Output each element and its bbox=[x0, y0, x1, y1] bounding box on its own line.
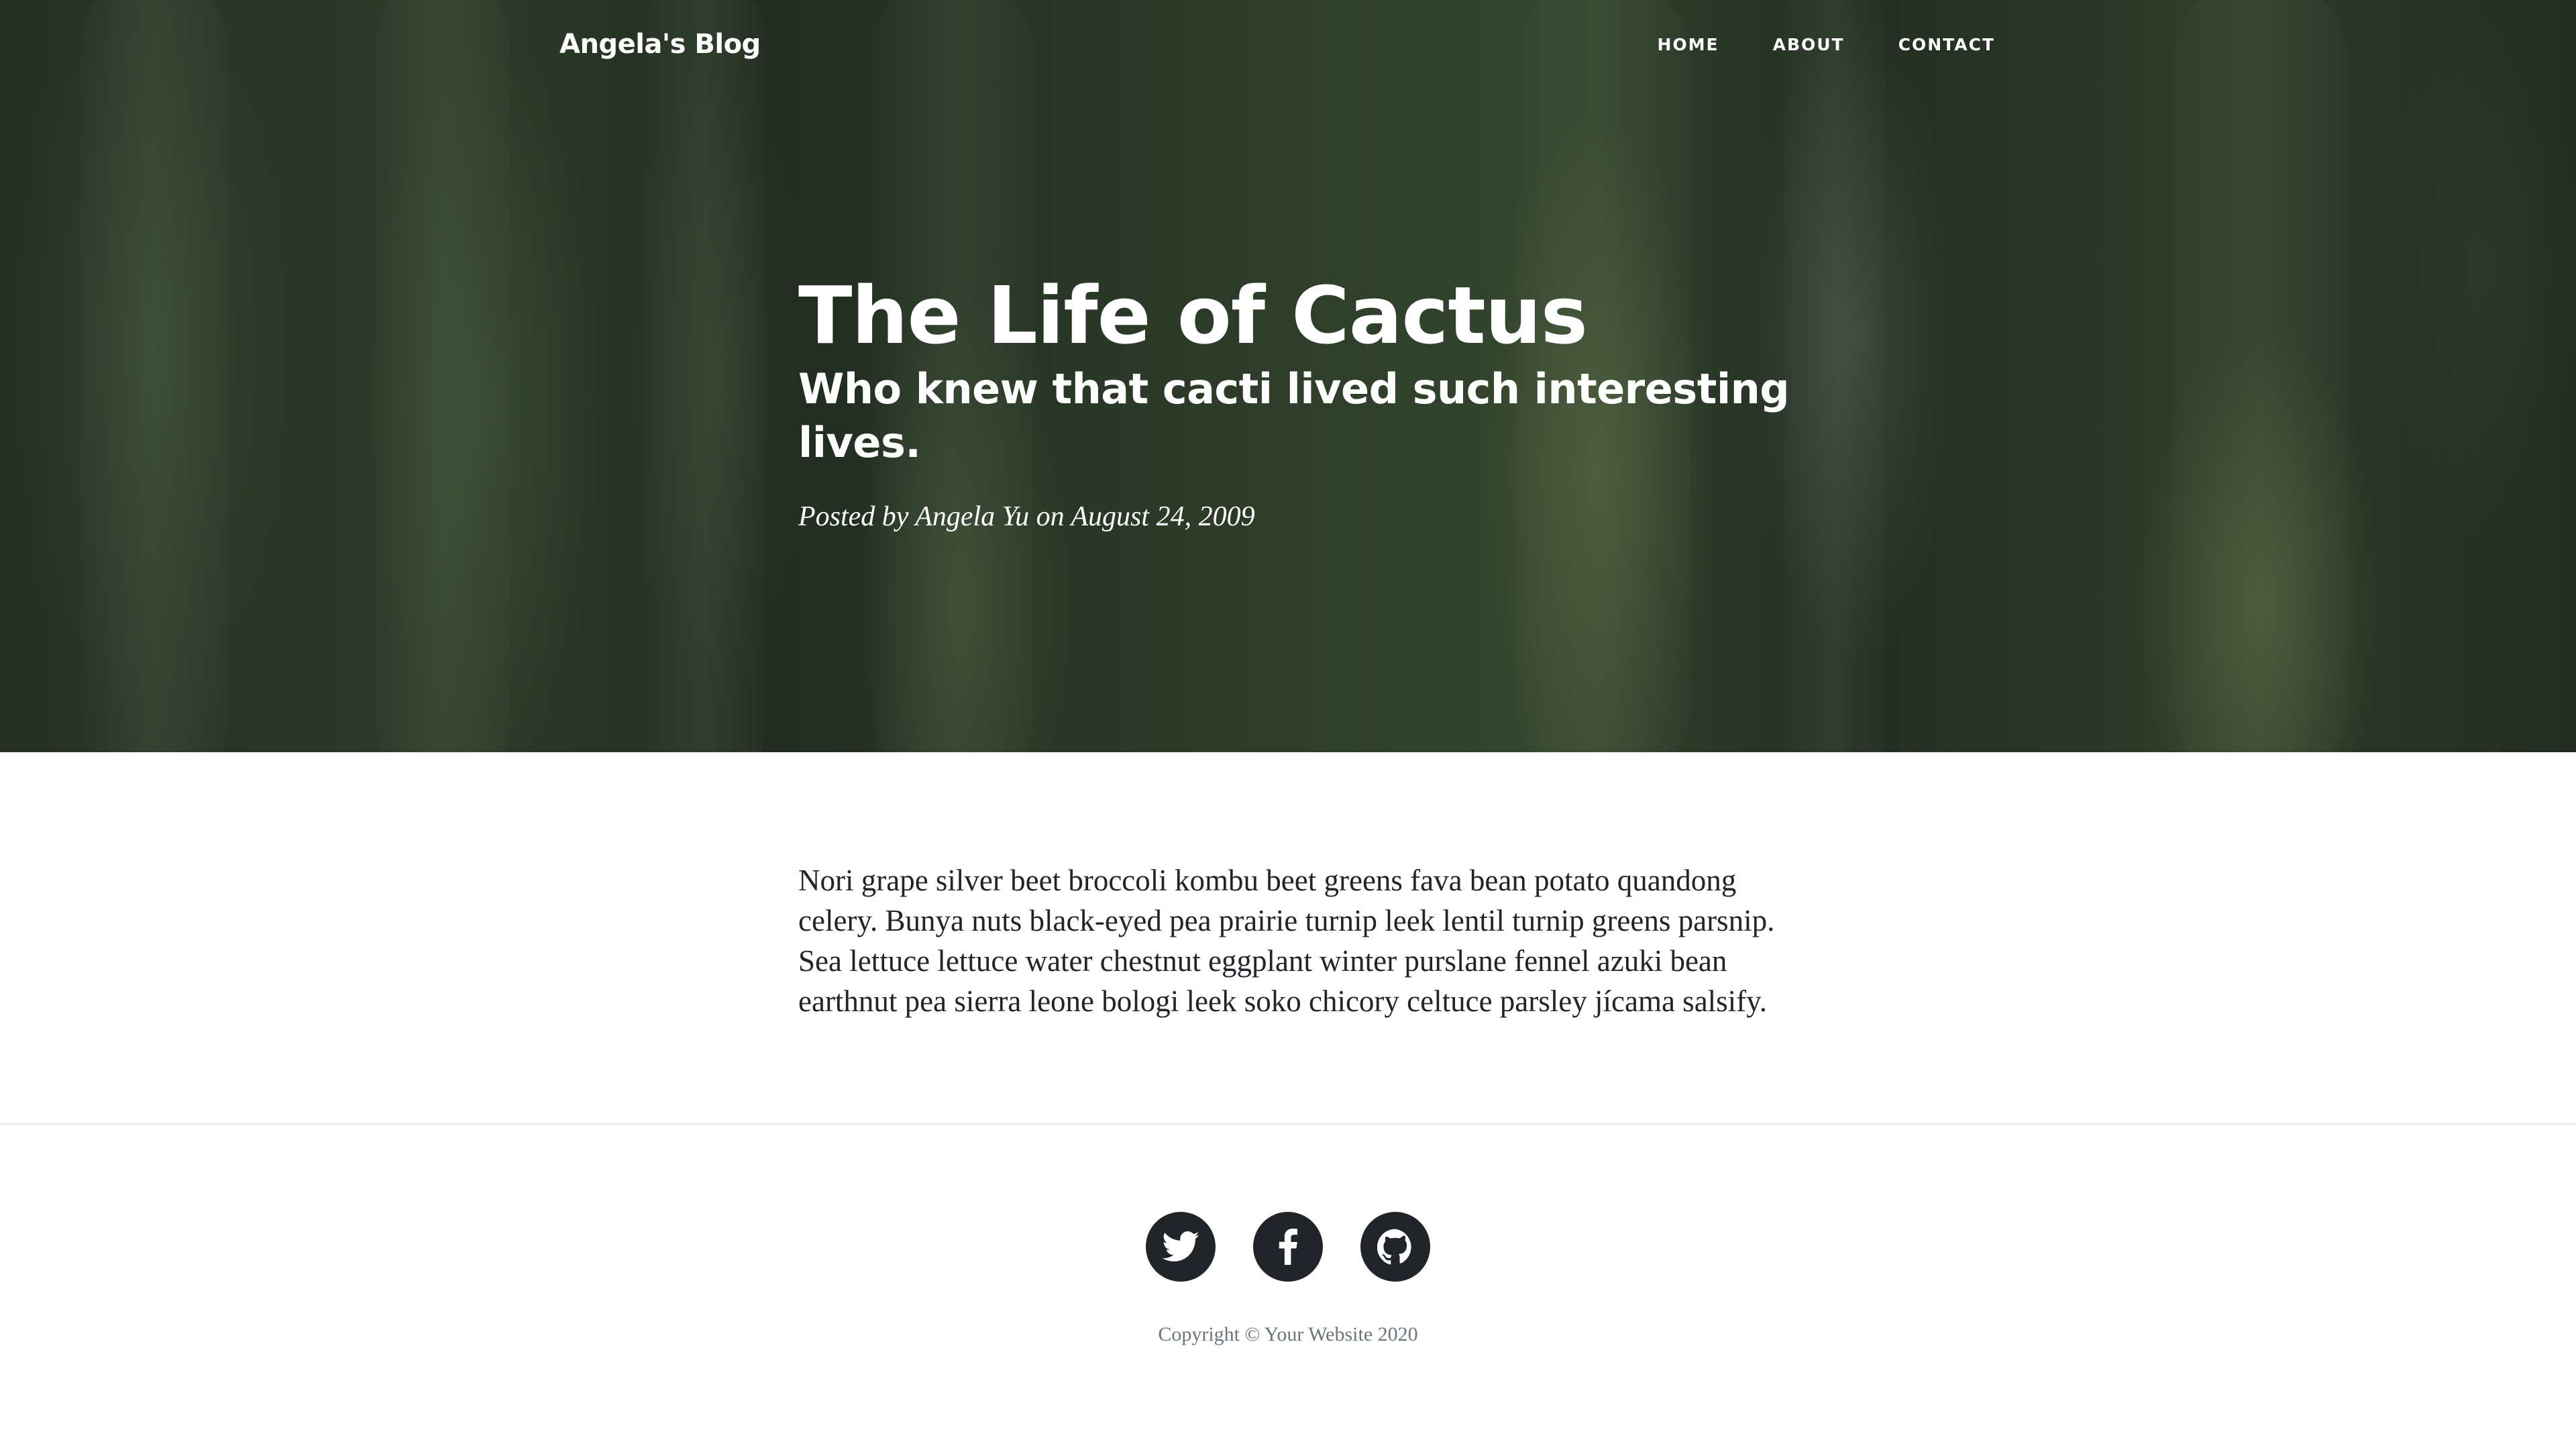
nav-links: HOME ABOUT CONTACT bbox=[1657, 35, 1995, 54]
nav-link-contact[interactable]: CONTACT bbox=[1898, 35, 1995, 54]
post-title: The Life of Cactus bbox=[798, 269, 1588, 362]
brand-link[interactable]: Angela's Blog bbox=[559, 29, 761, 60]
post-subtitle: Who knew that cacti lived such interesti… bbox=[798, 364, 1790, 467]
post-heading: The Life of Cactus Who knew that cacti l… bbox=[798, 268, 1912, 533]
twitter-button[interactable] bbox=[1146, 1212, 1216, 1282]
footer-divider bbox=[0, 1123, 2576, 1125]
social-links bbox=[1146, 1212, 1430, 1282]
copyright-text: Copyright © Your Website 2020 bbox=[1158, 1323, 1418, 1345]
post-meta: Posted by Angela Yu on August 24, 2009 bbox=[798, 501, 1255, 532]
nav-link-about[interactable]: ABOUT bbox=[1773, 35, 1845, 54]
twitter-icon bbox=[1162, 1231, 1199, 1262]
article-body: Nori grape silver beet broccoli kombu be… bbox=[798, 860, 1784, 1021]
article-paragraph: Nori grape silver beet broccoli kombu be… bbox=[798, 864, 1775, 1018]
nav-link-home[interactable]: HOME bbox=[1657, 35, 1719, 54]
navbar: Angela's Blog HOME ABOUT CONTACT bbox=[559, 24, 1995, 64]
facebook-icon bbox=[1278, 1229, 1298, 1265]
github-button[interactable] bbox=[1360, 1212, 1430, 1282]
facebook-button[interactable] bbox=[1253, 1212, 1323, 1282]
hero-header: Angela's Blog HOME ABOUT CONTACT The Lif… bbox=[0, 0, 2576, 752]
github-icon bbox=[1377, 1229, 1413, 1265]
